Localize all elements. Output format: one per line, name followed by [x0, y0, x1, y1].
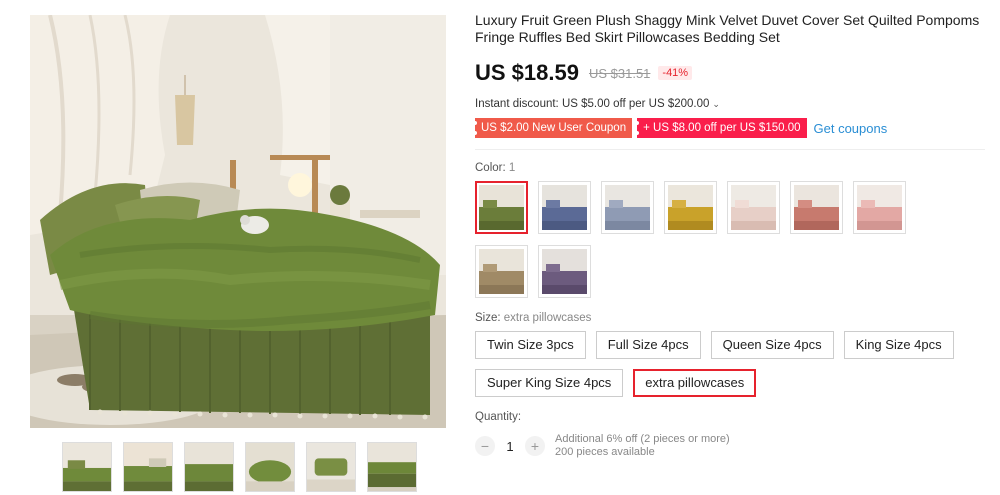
quantity-increase-button[interactable]: +: [525, 436, 545, 456]
size-option-twin[interactable]: Twin Size 3pcs: [475, 331, 586, 359]
color-swatch-pink[interactable]: [853, 181, 906, 234]
thumbnail-5[interactable]: [306, 442, 356, 492]
quantity-value[interactable]: 1: [495, 439, 525, 454]
thumbnail-2[interactable]: [123, 442, 173, 492]
size-option-full[interactable]: Full Size 4pcs: [595, 331, 701, 359]
instant-discount[interactable]: Instant discount: US $5.00 off per US $2…: [475, 98, 990, 110]
discount-badge: -41%: [658, 66, 693, 80]
chevron-down-icon[interactable]: ⌄: [712, 99, 720, 110]
price-row: US $18.59 US $31.51 -41%: [475, 60, 990, 86]
current-price: US $18.59: [475, 60, 579, 85]
thumbnail-4[interactable]: [245, 442, 295, 492]
color-swatch-blue[interactable]: [538, 181, 591, 234]
size-option-queen[interactable]: Queen Size 4pcs: [710, 331, 834, 359]
quantity-decrease-button[interactable]: −: [475, 436, 495, 456]
thumbnail-1[interactable]: [62, 442, 112, 492]
new-user-coupon[interactable]: US $2.00 New User Coupon: [472, 118, 633, 138]
size-option-extra-pillowcases[interactable]: extra pillowcases: [633, 369, 757, 397]
bulk-discount-note: Additional 6% off (2 pieces or more): [555, 433, 730, 445]
thumbnail-6[interactable]: [367, 442, 417, 492]
quantity-stepper: − 1 + Additional 6% off (2 pieces or mor…: [475, 433, 990, 459]
thumbnail-strip: [62, 442, 417, 492]
color-label-text: Color:: [475, 162, 506, 174]
product-info-panel: Luxury Fruit Green Plush Shaggy Mink Vel…: [472, 12, 990, 459]
stock-available-note: 200 pieces available: [555, 446, 655, 458]
color-selected-value: 1: [508, 162, 516, 174]
quantity-label: Quantity:: [475, 411, 522, 423]
color-swatch-green[interactable]: [475, 181, 528, 234]
color-swatch-grid: [475, 181, 990, 298]
size-selected-value: extra pillowcases: [503, 312, 592, 324]
color-swatch-purple[interactable]: [538, 245, 591, 298]
color-swatch-light-pink[interactable]: [727, 181, 780, 234]
size-option-super-king[interactable]: Super King Size 4pcs: [475, 369, 624, 397]
color-swatch-salmon[interactable]: [790, 181, 843, 234]
size-option-king[interactable]: King Size 4pcs: [843, 331, 954, 359]
size-label: Size: extra pillowcases: [475, 312, 990, 324]
main-product-image[interactable]: [30, 15, 446, 428]
store-coupon[interactable]: + US $8.00 off per US $150.00: [635, 118, 807, 138]
quantity-notes: Additional 6% off (2 pieces or more) 200…: [555, 433, 730, 459]
size-options: Twin Size 3pcs Full Size 4pcs Queen Size…: [475, 331, 995, 397]
thumbnail-3[interactable]: [184, 442, 234, 492]
product-title: Luxury Fruit Green Plush Shaggy Mink Vel…: [475, 12, 980, 45]
get-coupons-link[interactable]: Get coupons: [814, 121, 888, 136]
color-swatch-khaki[interactable]: [475, 245, 528, 298]
coupon-row: US $2.00 New User Coupon + US $8.00 off …: [472, 118, 990, 138]
instant-discount-text: Instant discount: US $5.00 off per US $2…: [475, 98, 710, 110]
color-swatch-light-blue[interactable]: [601, 181, 654, 234]
divider: [475, 149, 985, 150]
original-price: US $31.51: [588, 65, 651, 81]
bedroom-scene-image: [30, 15, 446, 428]
size-label-text: Size:: [475, 312, 501, 324]
color-swatch-yellow[interactable]: [664, 181, 717, 234]
color-label: Color: 1: [475, 162, 990, 174]
